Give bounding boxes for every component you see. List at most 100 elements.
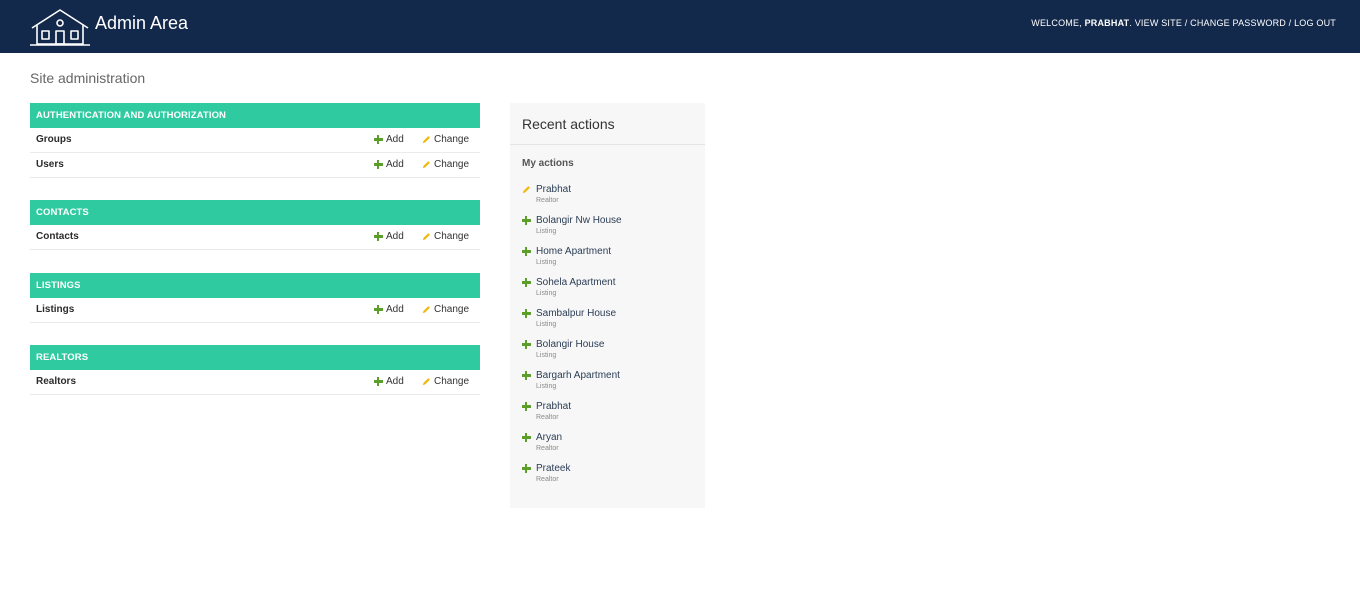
model-row-listings: Listings Add Change (30, 298, 480, 323)
recent-action-type: Listing (536, 321, 557, 328)
separator: / (1182, 18, 1191, 28)
plus-icon (522, 278, 531, 287)
model-row-users: Users Add Change (30, 153, 480, 178)
model-link-listings[interactable]: Listings (36, 304, 74, 315)
recent-action-type: Listing (536, 352, 557, 359)
module-contacts: CONTACTS Contacts Add Change (30, 200, 480, 250)
separator: / (1285, 18, 1295, 28)
plus-icon (374, 160, 383, 169)
change-realtors-button[interactable]: Change (422, 376, 469, 387)
list-item: Prateek Realtor (522, 462, 702, 493)
model-link-contacts[interactable]: Contacts (36, 231, 79, 242)
module-caption[interactable]: LISTINGS (30, 273, 480, 298)
plus-icon (522, 371, 531, 380)
recent-action-type: Realtor (536, 414, 559, 421)
recent-action-type: Listing (536, 290, 557, 297)
model-link-users[interactable]: Users (36, 159, 64, 170)
change-label: Change (434, 376, 470, 387)
plus-icon (522, 247, 531, 256)
change-contacts-button[interactable]: Change (422, 231, 469, 242)
plus-icon (374, 305, 383, 314)
add-groups-button[interactable]: Add (374, 134, 404, 145)
add-label: Add (386, 304, 404, 315)
list-item: Sambalpur House Listing (522, 307, 702, 338)
add-label: Add (386, 376, 404, 387)
divider (510, 144, 705, 145)
pencil-icon (522, 186, 530, 194)
recent-actions-title: Recent actions (522, 116, 615, 132)
change-password-link[interactable]: CHANGE PASSWORD (1190, 18, 1286, 28)
module-auth: AUTHENTICATION AND AUTHORIZATION Groups … (30, 103, 480, 178)
list-item: Prabhat Realtor (522, 183, 702, 214)
brand[interactable]: Admin Area (30, 7, 188, 47)
pencil-icon (422, 233, 430, 241)
add-listings-button[interactable]: Add (374, 304, 404, 315)
username: PRABHAT (1084, 18, 1130, 28)
add-label: Add (386, 134, 404, 145)
add-contacts-button[interactable]: Add (374, 231, 404, 242)
recent-action-type: Realtor (536, 197, 559, 204)
plus-icon (522, 464, 531, 473)
recent-action-link[interactable]: Aryan (536, 431, 702, 444)
recent-action-type: Listing (536, 228, 557, 235)
view-site-link[interactable]: VIEW SITE (1135, 18, 1182, 28)
plus-icon (374, 377, 383, 386)
change-listings-button[interactable]: Change (422, 304, 469, 315)
list-item: Bargarh Apartment Listing (522, 369, 702, 400)
pencil-icon (422, 378, 430, 386)
recent-action-link[interactable]: Home Apartment (536, 245, 702, 258)
recent-action-link[interactable]: Bolangir House (536, 338, 702, 351)
list-item: Bolangir House Listing (522, 338, 702, 369)
change-groups-button[interactable]: Change (422, 134, 469, 145)
recent-action-link[interactable]: Bolangir Nw House (536, 214, 702, 227)
user-tools: WELCOME, PRABHAT. VIEW SITE / CHANGE PAS… (1031, 18, 1336, 28)
recent-action-type: Realtor (536, 476, 559, 483)
plus-icon (522, 402, 531, 411)
add-realtors-button[interactable]: Add (374, 376, 404, 387)
recent-action-link[interactable]: Prabhat (536, 400, 702, 413)
add-label: Add (386, 159, 404, 170)
change-users-button[interactable]: Change (422, 159, 469, 170)
header-bar: Admin Area WELCOME, PRABHAT. VIEW SITE /… (0, 0, 1360, 53)
recent-action-link[interactable]: Sambalpur House (536, 307, 702, 320)
house-logo-icon (30, 9, 90, 46)
module-caption[interactable]: AUTHENTICATION AND AUTHORIZATION (30, 103, 480, 128)
plus-icon (374, 135, 383, 144)
module-caption[interactable]: CONTACTS (30, 200, 480, 225)
module-caption[interactable]: REALTORS (30, 345, 480, 370)
recent-actions-panel: Recent actions My actions Prabhat Realto… (510, 103, 705, 508)
model-link-groups[interactable]: Groups (36, 134, 72, 145)
add-users-button[interactable]: Add (374, 159, 404, 170)
module-listings: LISTINGS Listings Add Change (30, 273, 480, 323)
recent-actions-list: Prabhat Realtor Bolangir Nw House Listin… (522, 183, 702, 493)
model-link-realtors[interactable]: Realtors (36, 376, 76, 387)
list-item: Bolangir Nw House Listing (522, 214, 702, 245)
recent-action-link[interactable]: Sohela Apartment (536, 276, 702, 289)
change-label: Change (434, 159, 470, 170)
change-label: Change (434, 134, 470, 145)
recent-action-link[interactable]: Prabhat (536, 183, 702, 196)
pencil-icon (422, 161, 430, 169)
my-actions-heading: My actions (522, 158, 574, 169)
recent-action-link[interactable]: Bargarh Apartment (536, 369, 702, 382)
model-row-realtors: Realtors Add Change (30, 370, 480, 395)
recent-action-type: Realtor (536, 445, 559, 452)
recent-action-type: Listing (536, 383, 557, 390)
recent-action-link[interactable]: Prateek (536, 462, 702, 475)
welcome-label: WELCOME, (1031, 18, 1082, 28)
pencil-icon (422, 306, 430, 314)
list-item: Aryan Realtor (522, 431, 702, 462)
model-row-groups: Groups Add Change (30, 128, 480, 153)
list-item: Sohela Apartment Listing (522, 276, 702, 307)
page-title: Site administration (30, 70, 146, 86)
list-item: Prabhat Realtor (522, 400, 702, 431)
plus-icon (522, 433, 531, 442)
recent-action-type: Listing (536, 259, 557, 266)
plus-icon (374, 232, 383, 241)
change-label: Change (434, 231, 470, 242)
add-label: Add (386, 231, 404, 242)
plus-icon (522, 340, 531, 349)
plus-icon (522, 216, 531, 225)
log-out-link[interactable]: LOG OUT (1294, 18, 1336, 28)
plus-icon (522, 309, 531, 318)
